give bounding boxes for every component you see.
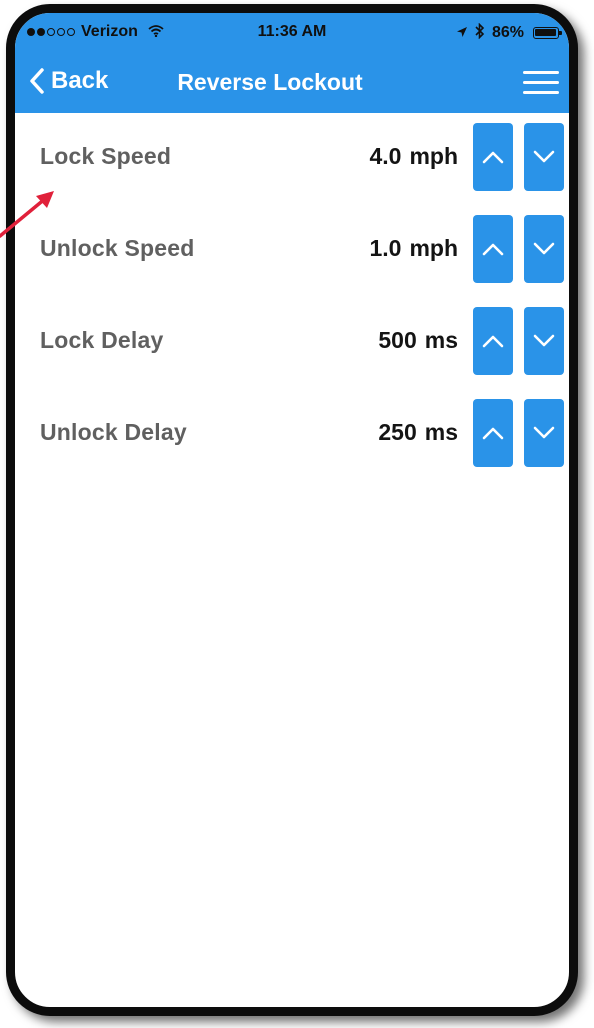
annotation-arrow-icon xyxy=(0,191,54,238)
setting-label: Lock Delay xyxy=(40,327,164,353)
setting-value: 250 ms xyxy=(378,419,458,446)
chevron-up-icon xyxy=(482,335,504,348)
bluetooth-icon xyxy=(475,22,485,42)
chevron-left-icon xyxy=(30,68,44,94)
decrease-button[interactable] xyxy=(524,215,564,283)
decrease-button[interactable] xyxy=(524,399,564,467)
value-number: 500 xyxy=(378,327,417,353)
value-number: 250 xyxy=(378,419,417,445)
status-right: 86% xyxy=(456,22,562,42)
chevron-up-icon xyxy=(482,427,504,440)
decrease-button[interactable] xyxy=(524,123,564,191)
chevron-up-icon xyxy=(482,243,504,256)
battery-percent: 86% xyxy=(491,23,524,41)
back-button-label: Back xyxy=(51,67,109,94)
chevron-down-icon xyxy=(533,334,555,347)
chevron-down-icon xyxy=(533,242,555,255)
increase-button[interactable] xyxy=(473,123,513,191)
chevron-up-icon xyxy=(482,151,504,164)
phone-frame: Verizon 11:36 AM 86% Back Reverse Lockou… xyxy=(6,4,578,1016)
status-bar: Verizon 11:36 AM 86% xyxy=(15,13,569,53)
setting-row-unlock-delay: Unlock Delay 250 ms xyxy=(15,389,569,481)
setting-value: 500 ms xyxy=(378,327,458,354)
navigation-bar: Back Reverse Lockout xyxy=(15,53,569,113)
location-arrow-icon xyxy=(456,25,468,41)
value-unit: mph xyxy=(409,143,458,169)
settings-list: Lock Speed 4.0mph Unlock Speed 1.0mph xyxy=(15,113,569,481)
value-unit: ms xyxy=(424,419,458,445)
page-title: Reverse Lockout xyxy=(177,69,363,95)
battery-icon xyxy=(533,26,562,39)
back-button[interactable]: Back xyxy=(29,67,108,95)
setting-label: Unlock Delay xyxy=(40,419,187,445)
increase-button[interactable] xyxy=(473,399,513,467)
screenshot-stage: Verizon 11:36 AM 86% Back Reverse Lockou… xyxy=(0,0,594,1028)
value-number: 4.0 xyxy=(369,143,402,169)
increase-button[interactable] xyxy=(473,307,513,375)
hamburger-menu-icon[interactable] xyxy=(523,71,559,97)
setting-row-lock-speed: Lock Speed 4.0 mph xyxy=(15,113,569,205)
battery-level xyxy=(535,28,556,36)
battery-tip xyxy=(559,30,562,35)
setting-row-unlock-speed: Unlock Speed 1.0 mph xyxy=(15,205,569,297)
setting-value: 4.0 mph xyxy=(369,143,458,170)
chevron-down-icon xyxy=(533,426,555,439)
decrease-button[interactable] xyxy=(524,307,564,375)
chevron-down-icon xyxy=(533,150,555,163)
setting-label: Lock Speed xyxy=(40,143,172,169)
setting-row-lock-delay: Lock Delay 500 ms xyxy=(15,297,569,389)
value-unit: mph xyxy=(409,235,458,261)
increase-button[interactable] xyxy=(473,215,513,283)
setting-value: 1.0 mph xyxy=(369,235,458,262)
value-number: 1.0 xyxy=(369,235,402,261)
value-unit: ms xyxy=(424,327,458,353)
